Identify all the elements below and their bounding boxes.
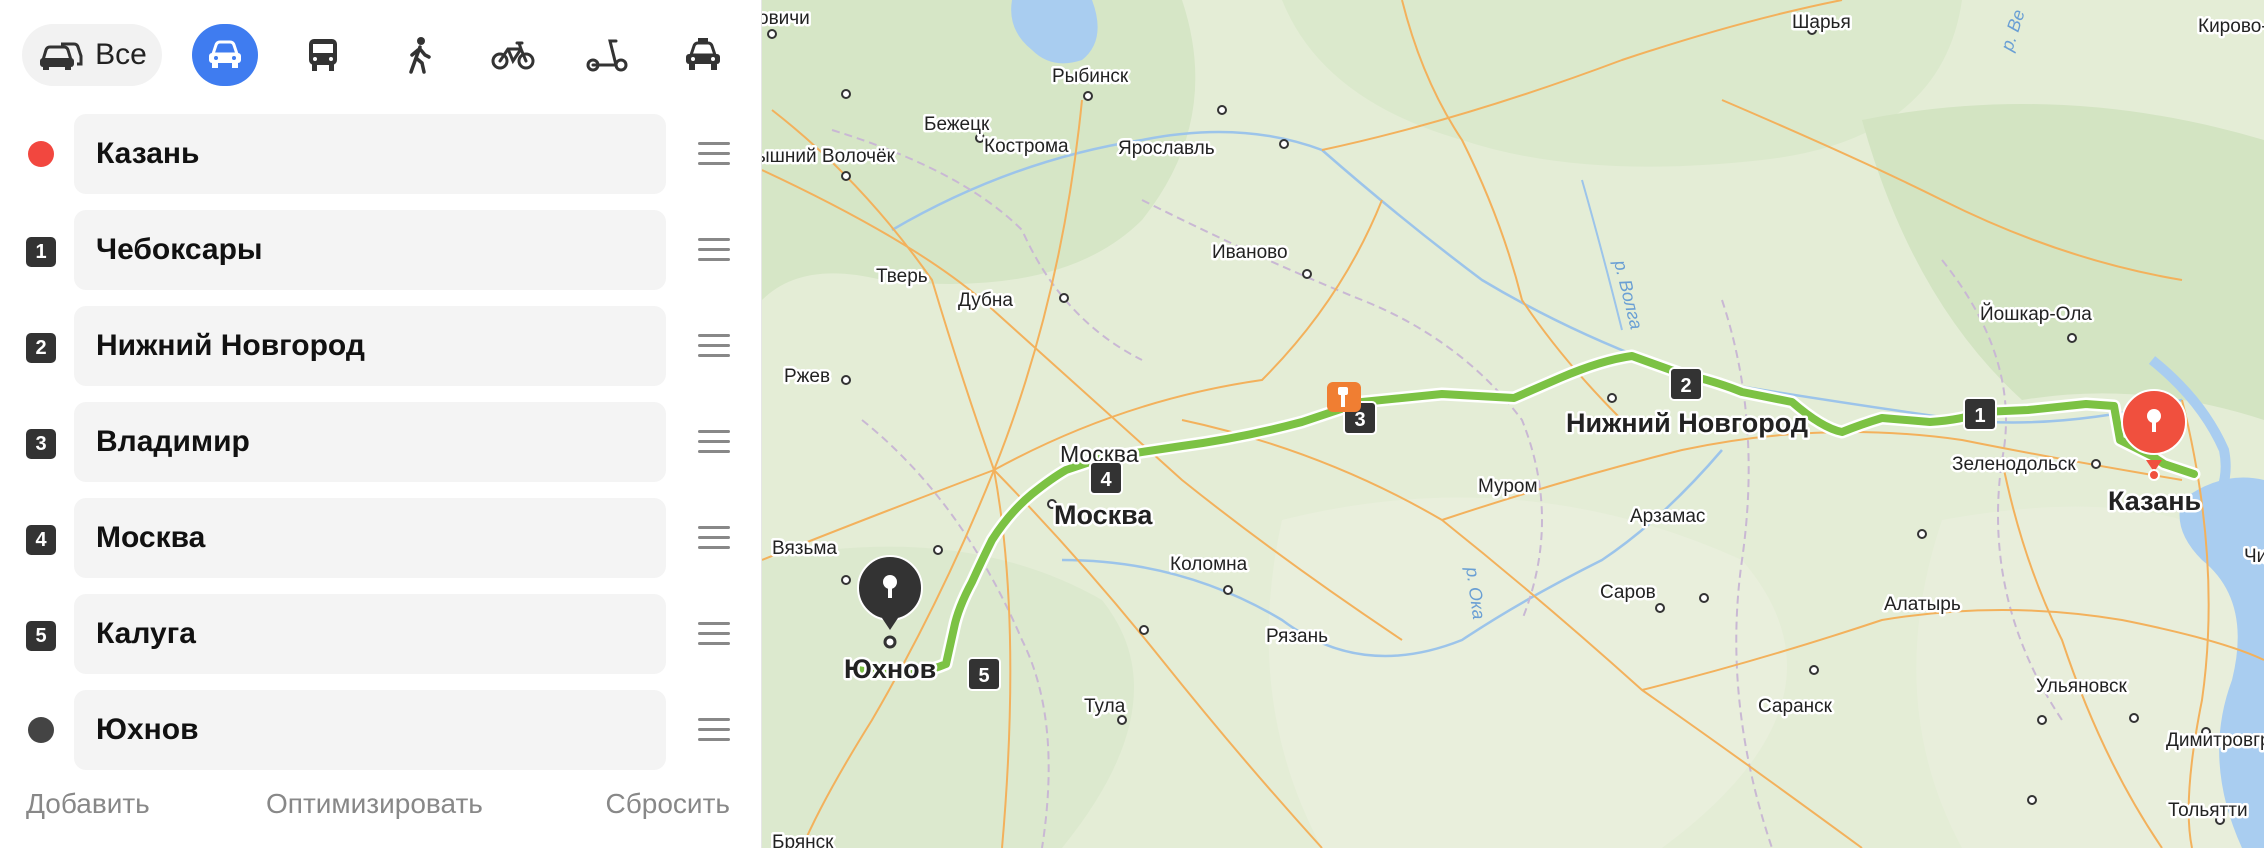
drag-handle-icon[interactable]	[698, 526, 730, 550]
map-city-label: Тверь	[876, 266, 928, 287]
route-stop-3: 3 Владимир	[0, 402, 762, 482]
car-icon	[206, 40, 244, 70]
waypoint-number-badge: 2	[26, 333, 56, 363]
map-city-label: Кострома	[984, 136, 1069, 157]
map-city-label: Рязань	[1266, 626, 1328, 647]
mode-scooter-button[interactable]	[574, 24, 640, 86]
route-marker-label: 2	[1680, 375, 1691, 397]
bus-icon	[306, 37, 340, 73]
map-city-label: Дубна	[958, 290, 1013, 311]
map-city-label: Бежецк	[924, 114, 990, 135]
forest-area	[762, 546, 1134, 848]
start-point-marker	[28, 141, 54, 167]
map-city-label: Йошкар-Ола	[1980, 303, 2092, 325]
mode-bus-button[interactable]	[290, 24, 356, 86]
route-marker-label: 3	[1354, 409, 1365, 431]
optimize-route-button[interactable]: Оптимизировать	[266, 788, 483, 820]
map-city-label: Кирово-Ч	[2198, 16, 2264, 37]
nizhny-novgorod-label: Нижний Новгород	[1566, 408, 1808, 438]
pedestrian-icon	[405, 36, 433, 74]
route-stop-start: Казань	[0, 114, 762, 194]
map-city-label: Коломна	[1170, 554, 1248, 575]
map-view[interactable]: Рыбинск Бежецк Ярославль Кострома Шарья …	[762, 0, 2264, 848]
waypoint-number-badge: 4	[26, 525, 56, 555]
waypoint-number-badge: 5	[26, 621, 56, 651]
mode-car-button[interactable]	[192, 24, 258, 86]
moscow-label: Москва	[1054, 500, 1153, 530]
route-marker-label: 5	[978, 665, 989, 687]
route-stop-end: Юхнов	[0, 690, 762, 770]
map-city-label: Брянск	[772, 832, 834, 848]
yukhnov-label: Юхнов	[844, 654, 936, 684]
map-city-label: Саров	[1600, 582, 1656, 603]
route-marker-label: 1	[1974, 405, 1985, 427]
drag-handle-icon[interactable]	[698, 142, 730, 166]
stop-input-2[interactable]: Нижний Новгород	[74, 306, 666, 386]
kazan-label: Казань	[2108, 486, 2201, 516]
route-marker-5[interactable]: 5	[967, 657, 1001, 691]
route-stop-5: 5 Калуга	[0, 594, 762, 674]
route-marker-1[interactable]: 1	[1963, 397, 1997, 431]
map-city-label: Ульяновск	[2036, 676, 2128, 697]
map-city-label: Саранск	[1758, 696, 1833, 717]
map-city-label: Тольятти	[2168, 800, 2248, 821]
map-city-label: Рыбинск	[1052, 66, 1129, 87]
waypoint-number-badge: 1	[26, 237, 56, 267]
stop-input-4[interactable]: Москва	[74, 498, 666, 578]
mode-all-label: Все	[95, 38, 147, 71]
waypoint-number-badge: 3	[26, 429, 56, 459]
route-panel: Все Казань 1 Чебоксары 2 Нижний Новгород…	[0, 0, 762, 848]
route-actions: Добавить Оптимизировать Сбросить	[26, 788, 730, 828]
drag-handle-icon[interactable]	[698, 718, 730, 742]
route-stop-4: 4 Москва	[0, 498, 762, 578]
map-city-label: овичи	[762, 8, 810, 29]
route-stop-2: 2 Нижний Новгород	[0, 306, 762, 386]
map-city-label: Вязьма	[772, 538, 837, 559]
map-city-label: Зеленодольск	[1952, 454, 2076, 475]
add-stop-button[interactable]: Добавить	[26, 788, 150, 820]
reset-route-button[interactable]: Сбросить	[606, 788, 730, 820]
map-city-label: Иваново	[1212, 242, 1288, 263]
scooter-icon	[586, 38, 628, 72]
map-canvas[interactable]: Рыбинск Бежецк Ярославль Кострома Шарья …	[762, 0, 2264, 848]
taxi-icon	[683, 37, 723, 73]
mode-walk-button[interactable]	[386, 24, 452, 86]
transport-mode-bar: Все	[22, 24, 742, 86]
bicycle-icon	[491, 39, 535, 71]
map-city-label: Муром	[1478, 476, 1538, 497]
mode-bike-button[interactable]	[480, 24, 546, 86]
map-city-label: Тула	[1084, 696, 1126, 717]
route-marker-2[interactable]: 2	[1669, 367, 1703, 401]
map-city-label: Алатырь	[1884, 594, 1961, 615]
drag-handle-icon[interactable]	[698, 622, 730, 646]
stop-input-5[interactable]: Калуга	[74, 594, 666, 674]
map-city-label: Димитровгра	[2166, 730, 2264, 751]
map-city-label: Ржев	[784, 366, 830, 387]
drag-handle-icon[interactable]	[698, 238, 730, 262]
drag-handle-icon[interactable]	[698, 334, 730, 358]
map-city-label: Ярославль	[1118, 138, 1215, 159]
map-city-label: Чи	[2244, 546, 2264, 567]
stop-input-1[interactable]: Чебоксары	[74, 210, 666, 290]
mode-taxi-button[interactable]	[670, 24, 736, 86]
route-marker-label: 4	[1100, 469, 1112, 491]
end-point-marker	[28, 717, 54, 743]
cars-icon	[37, 38, 85, 72]
stop-input-end[interactable]: Юхнов	[74, 690, 666, 770]
map-city-label: ышний Волочёк	[762, 146, 896, 167]
drag-handle-icon[interactable]	[698, 430, 730, 454]
mode-all-button[interactable]: Все	[22, 24, 162, 86]
route-stop-1: 1 Чебоксары	[0, 210, 762, 290]
route-marker-4[interactable]: 4	[1089, 461, 1123, 495]
map-city-label: Шарья	[1792, 12, 1851, 33]
stop-input-3[interactable]: Владимир	[74, 402, 666, 482]
stop-input-start[interactable]: Казань	[74, 114, 666, 194]
map-city-label: Арзамас	[1630, 506, 1705, 527]
gas-station-icon[interactable]	[1327, 382, 1361, 412]
